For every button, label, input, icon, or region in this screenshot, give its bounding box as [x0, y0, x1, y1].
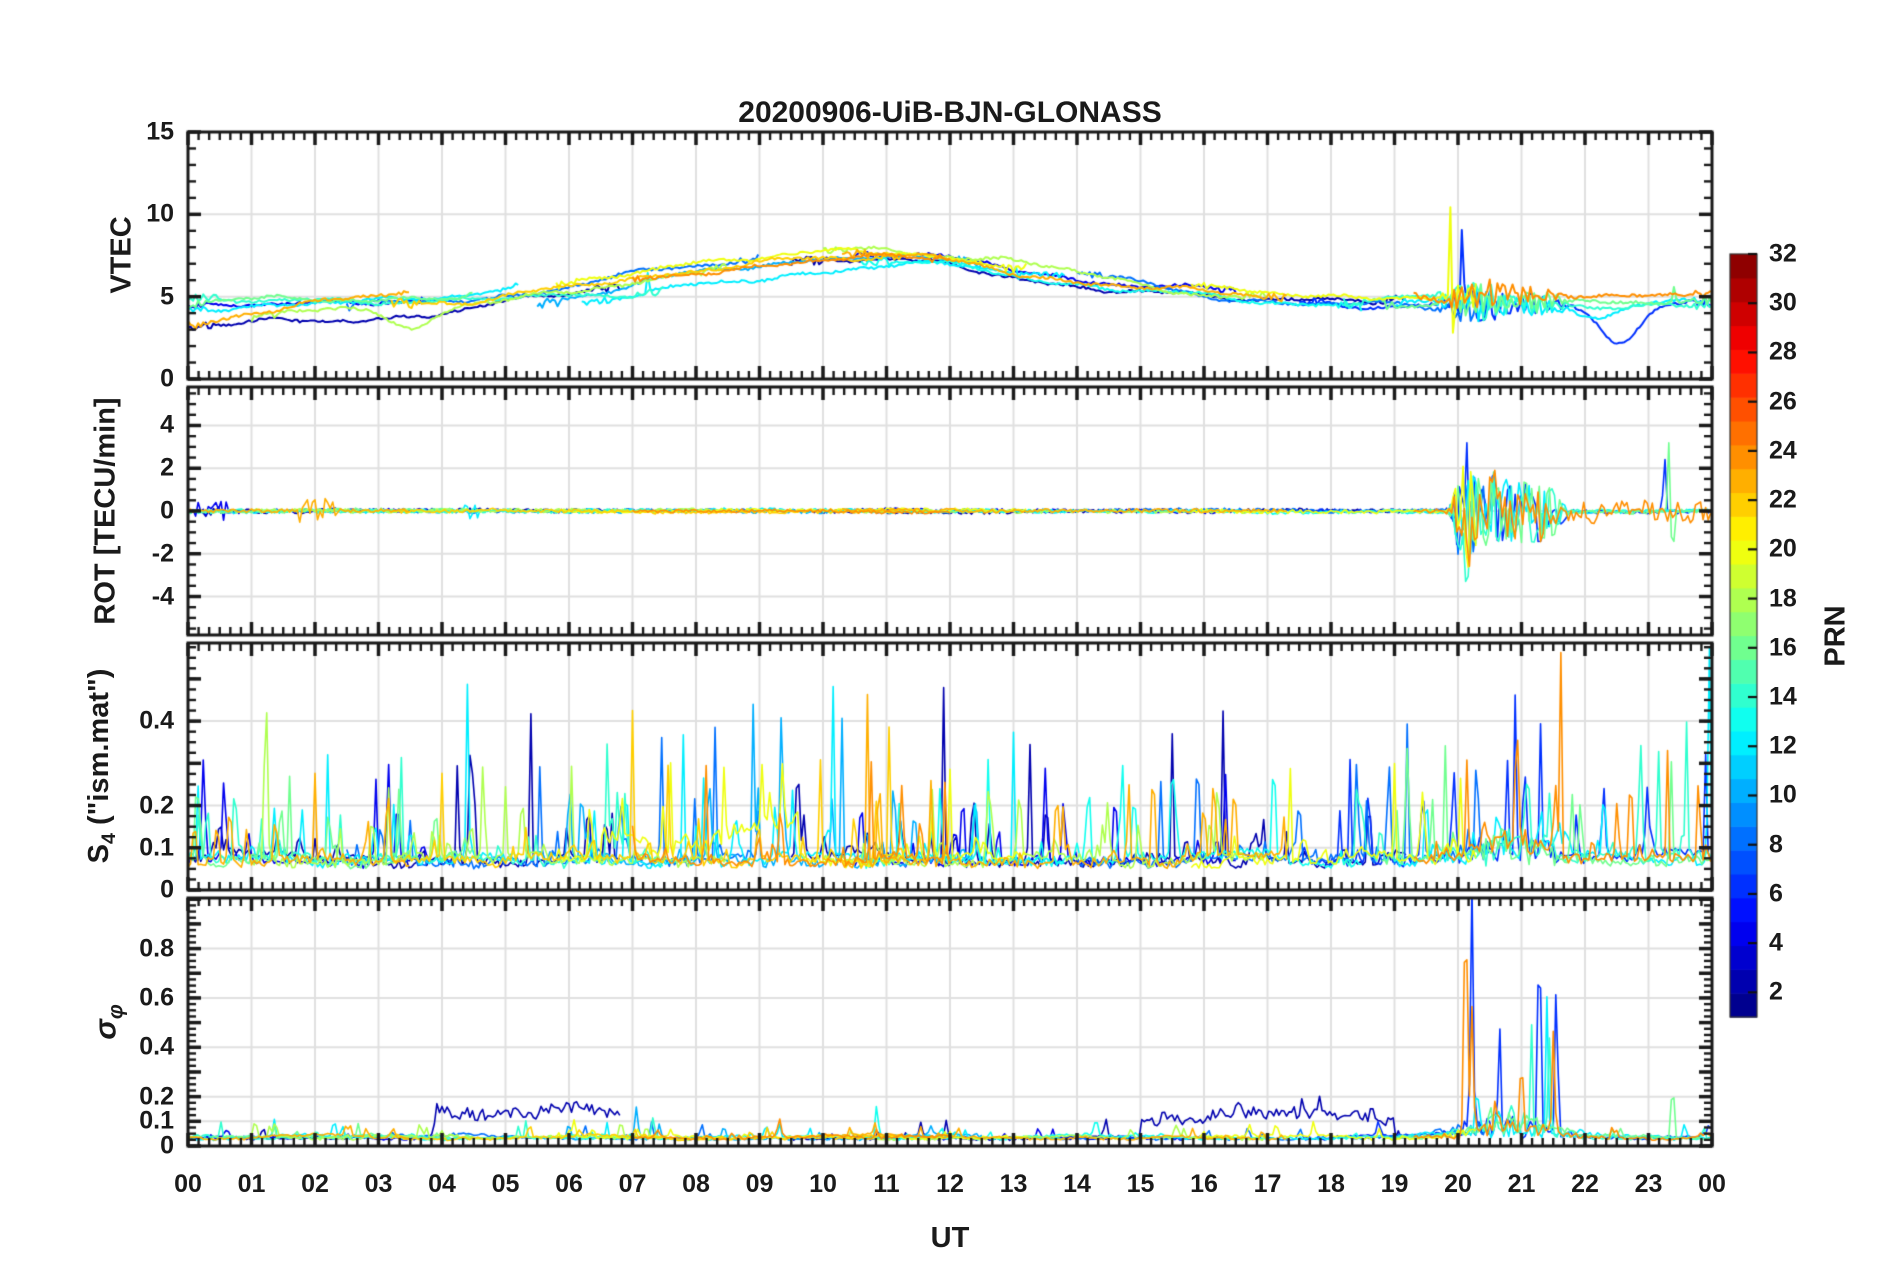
x-tick-label: 08	[682, 1170, 710, 1198]
colorbar-tick-label: 10	[1769, 780, 1797, 809]
colorbar-tick-label: 14	[1769, 682, 1797, 711]
x-tick-label: 15	[1126, 1170, 1155, 1198]
sigma-label-sub: φ	[104, 1004, 128, 1020]
figure: 20200906-UiB-BJN-GLONASS VTEC ROT [TECU/…	[0, 0, 1902, 1272]
sigma-label-main: σ	[87, 1019, 123, 1040]
x-axis-label: UT	[930, 1222, 970, 1254]
colorbar-tick-label: 12	[1769, 731, 1797, 760]
y-tick-label-s4: 0.1	[139, 833, 174, 862]
colorbar-tick-label: 30	[1769, 288, 1797, 317]
y-axis-label-sigma-phi: σφ	[87, 1004, 128, 1039]
colorbar-tick-label: 32	[1769, 239, 1797, 268]
x-tick-label: 14	[1063, 1170, 1091, 1198]
chart-canvas	[0, 0, 1902, 1272]
colorbar-tick-label: 26	[1769, 387, 1797, 416]
x-tick-label: 20	[1444, 1170, 1472, 1198]
x-tick-label: 22	[1571, 1170, 1599, 1198]
x-tick-label: 12	[936, 1170, 964, 1198]
x-tick-label: 23	[1634, 1170, 1663, 1198]
colorbar-tick-label: 28	[1769, 337, 1797, 366]
x-tick-label: 09	[745, 1170, 774, 1198]
y-tick-label-sigma_phi: 0	[160, 1131, 174, 1160]
y-tick-label-rot: -2	[151, 539, 174, 568]
y-tick-label-rot: -4	[151, 582, 174, 611]
y-tick-label-vtec: 5	[160, 282, 174, 311]
y-tick-label-sigma_phi: 0.1	[139, 1106, 174, 1135]
s4-label-main: S	[83, 844, 116, 864]
colorbar-tick-label: 16	[1769, 633, 1797, 662]
x-tick-label: 06	[555, 1170, 583, 1198]
colorbar-tick-label: 2	[1769, 977, 1783, 1006]
x-tick-label: 16	[1190, 1170, 1218, 1198]
x-tick-label: 01	[237, 1170, 266, 1198]
x-tick-label: 21	[1507, 1170, 1536, 1198]
y-tick-label-vtec: 0	[160, 364, 174, 393]
colorbar-tick-label: 6	[1769, 879, 1783, 908]
colorbar-tick-label: 24	[1769, 436, 1797, 465]
colorbar-label: PRN	[1819, 605, 1852, 667]
y-tick-label-sigma_phi: 0.2	[139, 1082, 174, 1111]
s4-label-rest: ("ism.mat")	[83, 668, 116, 834]
y-tick-label-sigma_phi: 0.8	[139, 934, 174, 963]
x-tick-label: 17	[1253, 1170, 1282, 1198]
x-tick-label: 11	[873, 1170, 900, 1198]
y-tick-label-rot: 2	[160, 453, 174, 482]
chart-title: 20200906-UiB-BJN-GLONASS	[738, 96, 1162, 129]
x-tick-label: 19	[1380, 1170, 1409, 1198]
y-tick-label-s4: 0	[160, 875, 174, 904]
y-tick-label-sigma_phi: 0.6	[139, 983, 174, 1012]
colorbar-tick-label: 8	[1769, 830, 1783, 859]
y-axis-label-rot: ROT [TECU/min]	[89, 397, 122, 625]
y-tick-label-vtec: 10	[146, 199, 174, 228]
y-tick-label-sigma_phi: 0.4	[139, 1032, 174, 1061]
colorbar-tick-label: 22	[1769, 485, 1797, 514]
y-axis-label-s4: S4 ("ism.mat")	[83, 669, 121, 864]
x-tick-label: 18	[1317, 1170, 1345, 1198]
y-tick-label-s4: 0.4	[139, 706, 174, 735]
s4-label-sub: 4	[97, 833, 120, 845]
x-tick-label: 00	[174, 1170, 202, 1198]
y-tick-label-rot: 0	[160, 496, 174, 525]
y-tick-label-s4: 0.2	[139, 791, 174, 820]
x-tick-label: 04	[428, 1170, 456, 1198]
x-tick-label: 05	[491, 1170, 520, 1198]
x-tick-label: 03	[364, 1170, 393, 1198]
x-tick-label: 02	[301, 1170, 329, 1198]
x-tick-label: 13	[999, 1170, 1028, 1198]
x-tick-label: 10	[809, 1170, 837, 1198]
x-tick-label: 07	[618, 1170, 647, 1198]
y-axis-label-vtec: VTEC	[105, 216, 138, 294]
colorbar-tick-label: 20	[1769, 534, 1797, 563]
colorbar-tick-label: 4	[1769, 928, 1783, 957]
colorbar-tick-label: 18	[1769, 584, 1797, 613]
y-tick-label-vtec: 15	[146, 117, 174, 146]
y-tick-label-rot: 4	[160, 410, 174, 439]
x-tick-label: 00	[1698, 1170, 1726, 1198]
